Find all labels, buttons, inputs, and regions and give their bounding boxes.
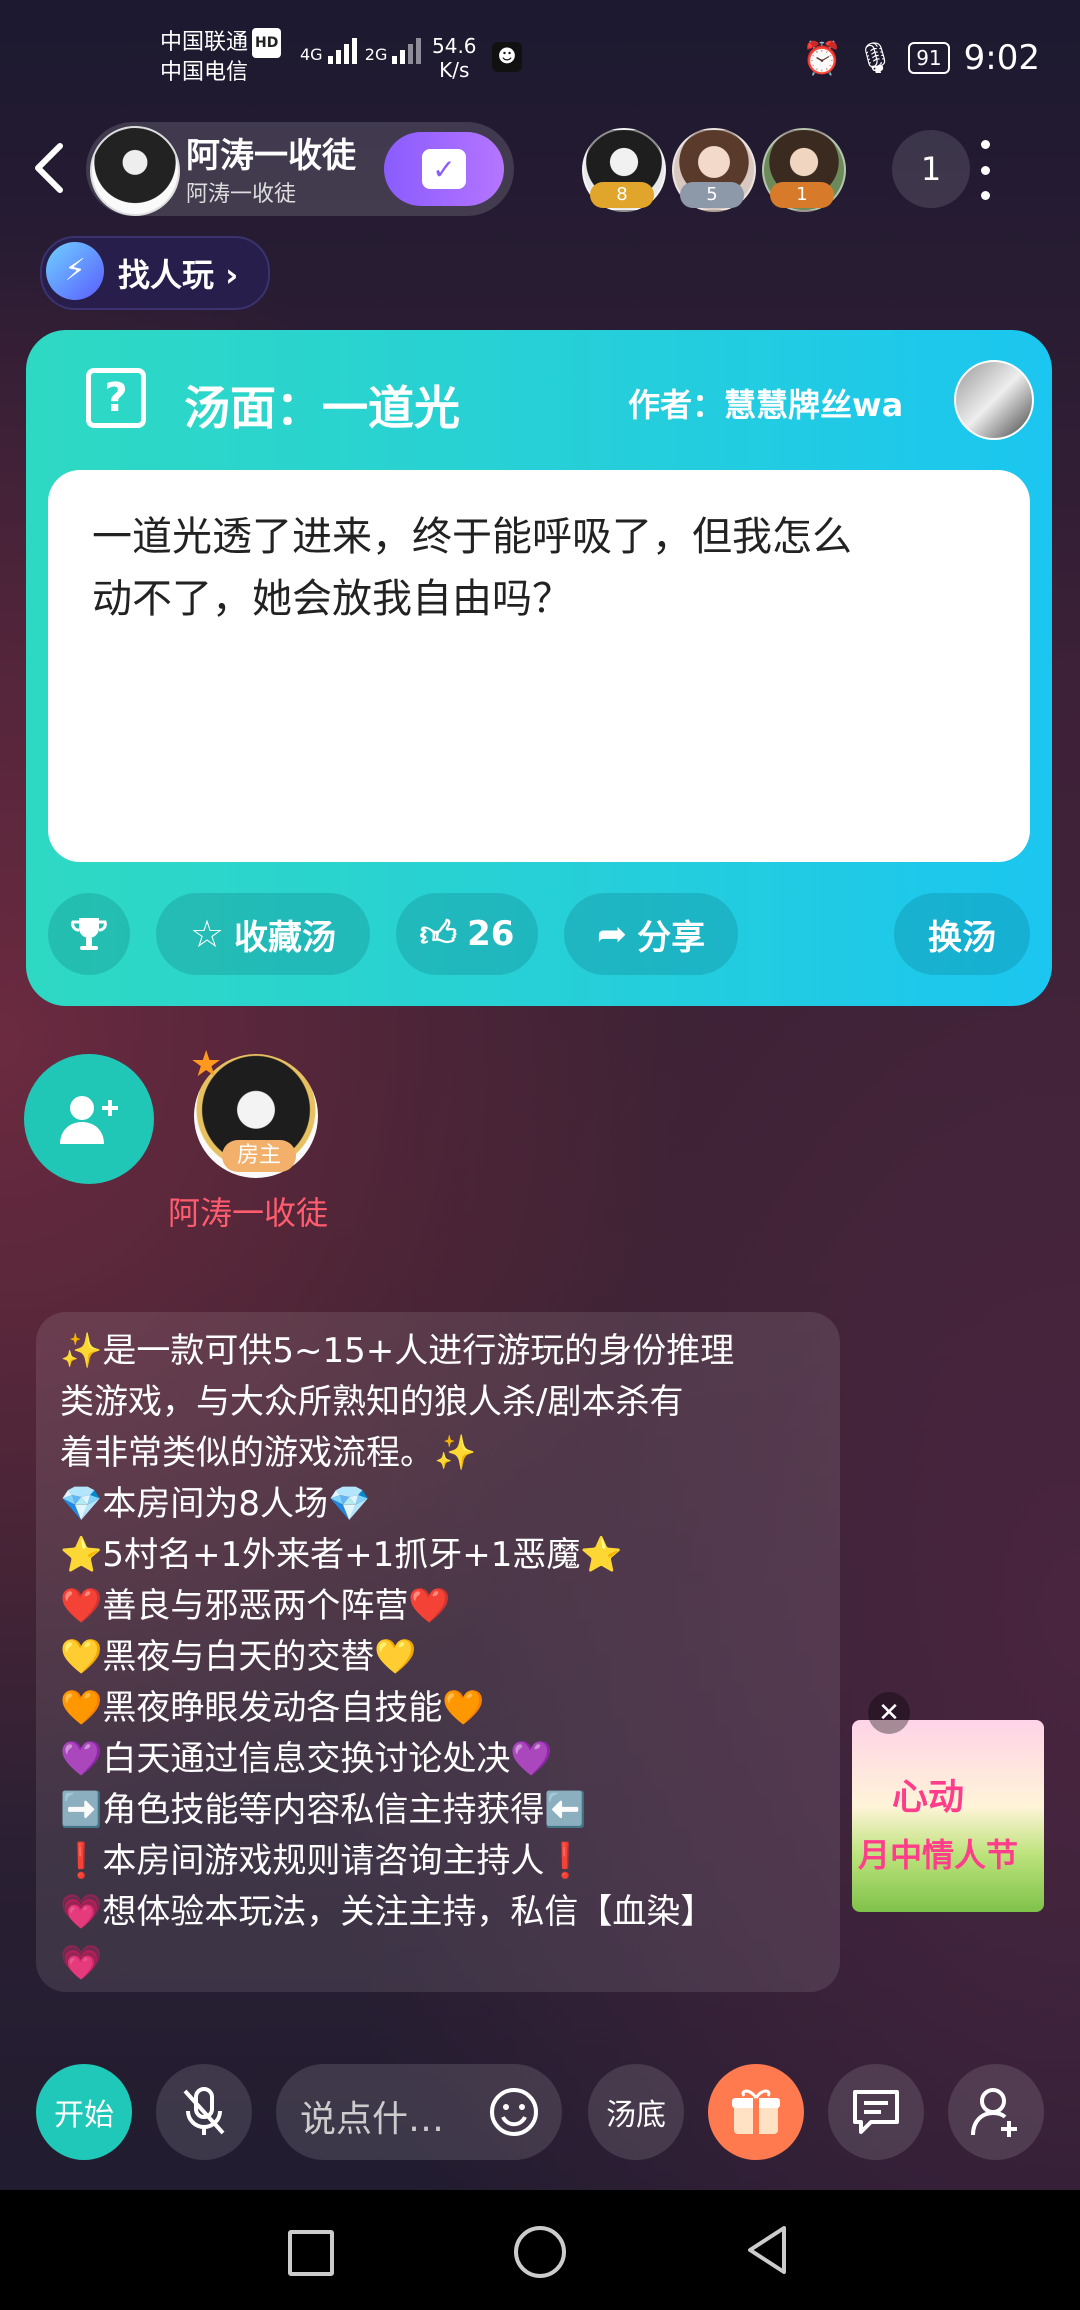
star-icon: ☆ bbox=[189, 912, 225, 956]
host-avatar[interactable] bbox=[90, 126, 180, 216]
net-type-2: 2G bbox=[364, 45, 388, 64]
rules-line: ❗本房间游戏规则请咨询主持人❗ bbox=[60, 1841, 587, 1881]
owner-badge: 房主 bbox=[222, 1140, 296, 1172]
chevron-right-icon: › bbox=[225, 256, 239, 294]
question-icon[interactable]: ? bbox=[86, 368, 146, 428]
checkin-button[interactable]: ✓ bbox=[384, 132, 504, 206]
viewer-count-button[interactable]: 1 bbox=[892, 130, 970, 208]
add-user-icon bbox=[60, 1096, 118, 1144]
add-friend-button[interactable] bbox=[948, 2064, 1044, 2160]
share-icon: ➦ bbox=[596, 913, 628, 955]
add-friend-icon bbox=[971, 2088, 1017, 2137]
alarm-icon: ⏰ bbox=[802, 39, 843, 77]
trophy-icon bbox=[71, 918, 107, 950]
rules-text: ✨是一款可供5~15+人进行游玩的身份推理 类游戏，与大众所熟知的狼人杀/剧本杀… bbox=[60, 1326, 840, 1989]
chat-bubble-icon bbox=[853, 2090, 899, 2134]
signal-indicators: 4G 2G bbox=[300, 38, 424, 64]
mic-off-button[interactable] bbox=[156, 2064, 252, 2160]
rules-line: 💗 bbox=[60, 1943, 103, 1983]
signal-icon bbox=[327, 38, 360, 64]
mic-off-icon bbox=[183, 2087, 225, 2135]
rules-line: 💗想体验本玩法，关注主持，私信【血染】 bbox=[60, 1892, 715, 1932]
favorite-button[interactable]: ☆ 收藏汤 bbox=[156, 893, 370, 975]
puzzle-text-line-2: 动不了，她会放我自由吗？ bbox=[92, 576, 572, 622]
viewer-badge-3: 1 bbox=[770, 182, 834, 208]
signal-icon-2 bbox=[392, 38, 424, 64]
rules-line: ✨是一款可供5~15+人进行游玩的身份推理 bbox=[60, 1331, 735, 1371]
start-button[interactable]: 开始 bbox=[36, 2064, 132, 2160]
share-button[interactable]: ➦ 分享 bbox=[564, 893, 738, 975]
net-type-1: 4G bbox=[300, 45, 323, 64]
rules-line: ❤️善良与邪恶两个阵营❤️ bbox=[60, 1586, 451, 1626]
home-icon[interactable] bbox=[514, 2226, 566, 2278]
viewer-badge-1: 8 bbox=[590, 182, 654, 208]
back-icon[interactable] bbox=[28, 140, 68, 196]
trophy-button[interactable] bbox=[48, 893, 130, 975]
owner-seat-name: 阿涛一收徒 bbox=[168, 1194, 329, 1232]
invite-button[interactable] bbox=[24, 1054, 154, 1184]
rules-line: 💎本房间为8人场💎 bbox=[60, 1484, 371, 1524]
rules-line: ⭐5村名+1外来者+1抓牙+1恶魔⭐ bbox=[60, 1535, 623, 1575]
rules-line: 类游戏，与大众所熟知的狼人杀/剧本杀有 bbox=[60, 1382, 684, 1422]
mic-icon: 🎙 bbox=[856, 40, 895, 76]
author-avatar[interactable] bbox=[954, 360, 1034, 440]
host-name: 阿涛一收徒 bbox=[186, 136, 356, 176]
app-notification-icon: ☻ bbox=[492, 42, 522, 72]
like-button[interactable]: 👍︎ 26 bbox=[396, 893, 538, 975]
thumbs-up-icon: 👍︎ bbox=[419, 914, 458, 955]
status-carrier: 中国联通 HD 中国电信 bbox=[160, 28, 282, 88]
clock: 9:02 bbox=[963, 38, 1040, 78]
rules-line: ➡️角色技能等内容私信主持获得⬅️ bbox=[60, 1790, 587, 1830]
puzzle-author: 作者：慧慧牌丝wa bbox=[628, 386, 904, 424]
chat-input-placeholder: 说点什… bbox=[300, 2099, 445, 2140]
battery-icon: 91 bbox=[908, 42, 950, 74]
favorite-label: 收藏汤 bbox=[234, 917, 337, 958]
find-players-label: 找人玩 › bbox=[118, 256, 239, 294]
carrier-2: 中国电信 bbox=[160, 60, 249, 85]
rules-line: 💜白天通过信息交换讨论处决💜 bbox=[60, 1739, 553, 1779]
viewer-badge-2: 5 bbox=[680, 182, 744, 208]
more-menu-icon[interactable] bbox=[970, 140, 1000, 200]
rules-line: 💛黑夜与白天的交替💛 bbox=[60, 1637, 417, 1677]
carrier-1: 中国联通 bbox=[160, 30, 249, 55]
puzzle-text-line-1: 一道光透了进来，终于能呼吸了，但我怎么 bbox=[92, 514, 852, 560]
close-icon[interactable]: ✕ bbox=[868, 1692, 910, 1734]
check-icon: ✓ bbox=[422, 149, 466, 189]
status-right: ⏰ 🎙 91 9:02 bbox=[802, 38, 1040, 78]
share-label: 分享 bbox=[637, 917, 706, 958]
nav-back-icon[interactable] bbox=[744, 2224, 792, 2276]
host-subtitle: 阿涛一收徒 bbox=[186, 182, 297, 207]
hd-badge: HD bbox=[252, 28, 282, 58]
net-speed: 54.6 K/s bbox=[432, 34, 477, 82]
speed-value: 54.6 bbox=[432, 34, 477, 58]
soup-answer-button[interactable]: 汤底 bbox=[588, 2064, 684, 2160]
gift-icon bbox=[732, 2089, 780, 2134]
puzzle-title: 汤面：一道光 bbox=[184, 381, 460, 435]
star-decoration-icon: ★ bbox=[190, 1044, 223, 1085]
message-button[interactable] bbox=[828, 2064, 924, 2160]
promo-title: 心动 bbox=[892, 1777, 965, 1818]
promo-subtitle: 月中情人节 bbox=[858, 1836, 1019, 1874]
change-puzzle-button[interactable]: 换汤 bbox=[894, 893, 1030, 975]
rules-line: 🧡黑夜睁眼发动各自技能🧡 bbox=[60, 1688, 485, 1728]
gift-button[interactable] bbox=[708, 2064, 804, 2160]
puzzle-text: 一道光透了进来，终于能呼吸了，但我怎么 动不了，她会放我自由吗？ bbox=[92, 506, 992, 630]
rules-line: 着非常类似的游戏流程。✨ bbox=[60, 1433, 477, 1473]
recent-apps-icon[interactable] bbox=[288, 2230, 334, 2276]
lightning-icon: ⚡ bbox=[46, 242, 104, 300]
emoji-icon[interactable] bbox=[488, 2086, 540, 2138]
like-count: 26 bbox=[467, 914, 515, 954]
speed-unit: K/s bbox=[439, 58, 470, 82]
